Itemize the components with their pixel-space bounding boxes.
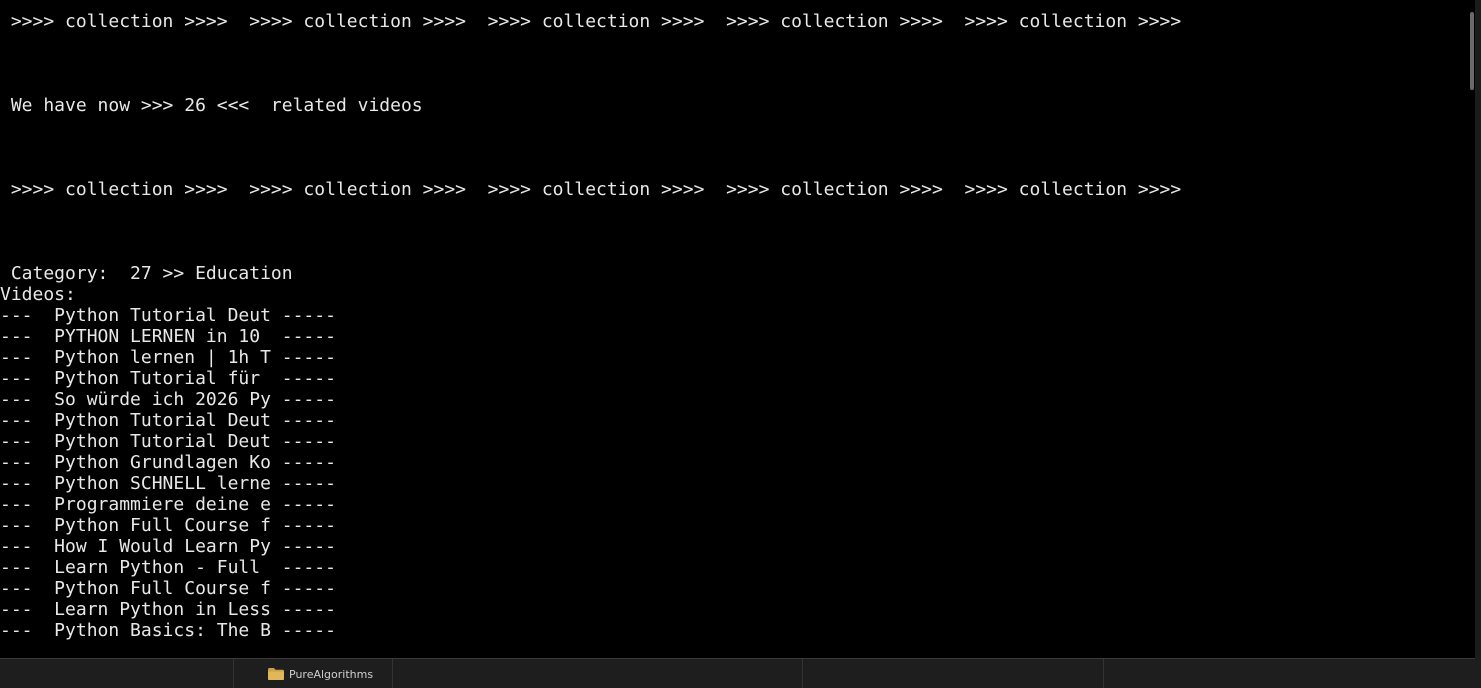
scrollbar-thumb[interactable] [1470,12,1474,90]
taskbar-folder-pure-algorithms[interactable]: PureAlgorithms [268,664,373,684]
terminal-line-video: --- Python Grundlagen Ko ----- [0,452,336,473]
terminal-line-video: --- Python Tutorial Deut ----- [0,410,336,431]
terminal-line-videos-heading: Videos: [0,284,76,305]
terminal-line-video: --- Learn Python in Less ----- [0,599,336,620]
terminal-line-collection-banner: >>>> collection >>>> >>>> collection >>>… [0,179,1182,200]
taskbar-divider [802,659,803,688]
terminal-line-video: --- Python lernen | 1h T ----- [0,347,336,368]
terminal-line-video: --- Python SCHNELL lerne ----- [0,473,336,494]
terminal-line-category: Category: 27 >> Education [0,263,293,284]
terminal-line-video: --- Python Full Course f ----- [0,515,336,536]
terminal-line-video: --- So würde ich 2026 Py ----- [0,389,336,410]
taskbar-divider [233,659,234,688]
taskbar: PureAlgorithms [0,659,1481,688]
taskbar-divider [392,659,393,688]
folder-icon [268,668,284,680]
terminal-line-video: --- Python Tutorial Deut ----- [0,431,336,452]
terminal-line-video: --- Programmiere deine e ----- [0,494,336,515]
terminal-line-video-count: We have now >>> 26 <<< related videos [0,95,423,116]
terminal-window[interactable]: >>>> collection >>>> >>>> collection >>>… [0,0,1475,659]
taskbar-divider [1103,659,1104,688]
terminal-line-video: --- Python Tutorial Deut ----- [0,305,336,326]
terminal-line-video: --- PYTHON LERNEN in 10 ----- [0,326,336,347]
taskbar-folder-label: PureAlgorithms [289,667,374,681]
terminal-scrollbar[interactable] [1469,0,1475,658]
terminal-line-collection-banner: >>>> collection >>>> >>>> collection >>>… [0,11,1182,32]
terminal-line-video: --- Python Tutorial für ----- [0,368,336,389]
terminal-line-video: --- Python Full Course f ----- [0,578,336,599]
terminal-line-video: --- How I Would Learn Py ----- [0,536,336,557]
terminal-line-video: --- Python Basics: The B ----- [0,620,336,641]
terminal-line-video: --- Learn Python - Full ----- [0,557,336,578]
